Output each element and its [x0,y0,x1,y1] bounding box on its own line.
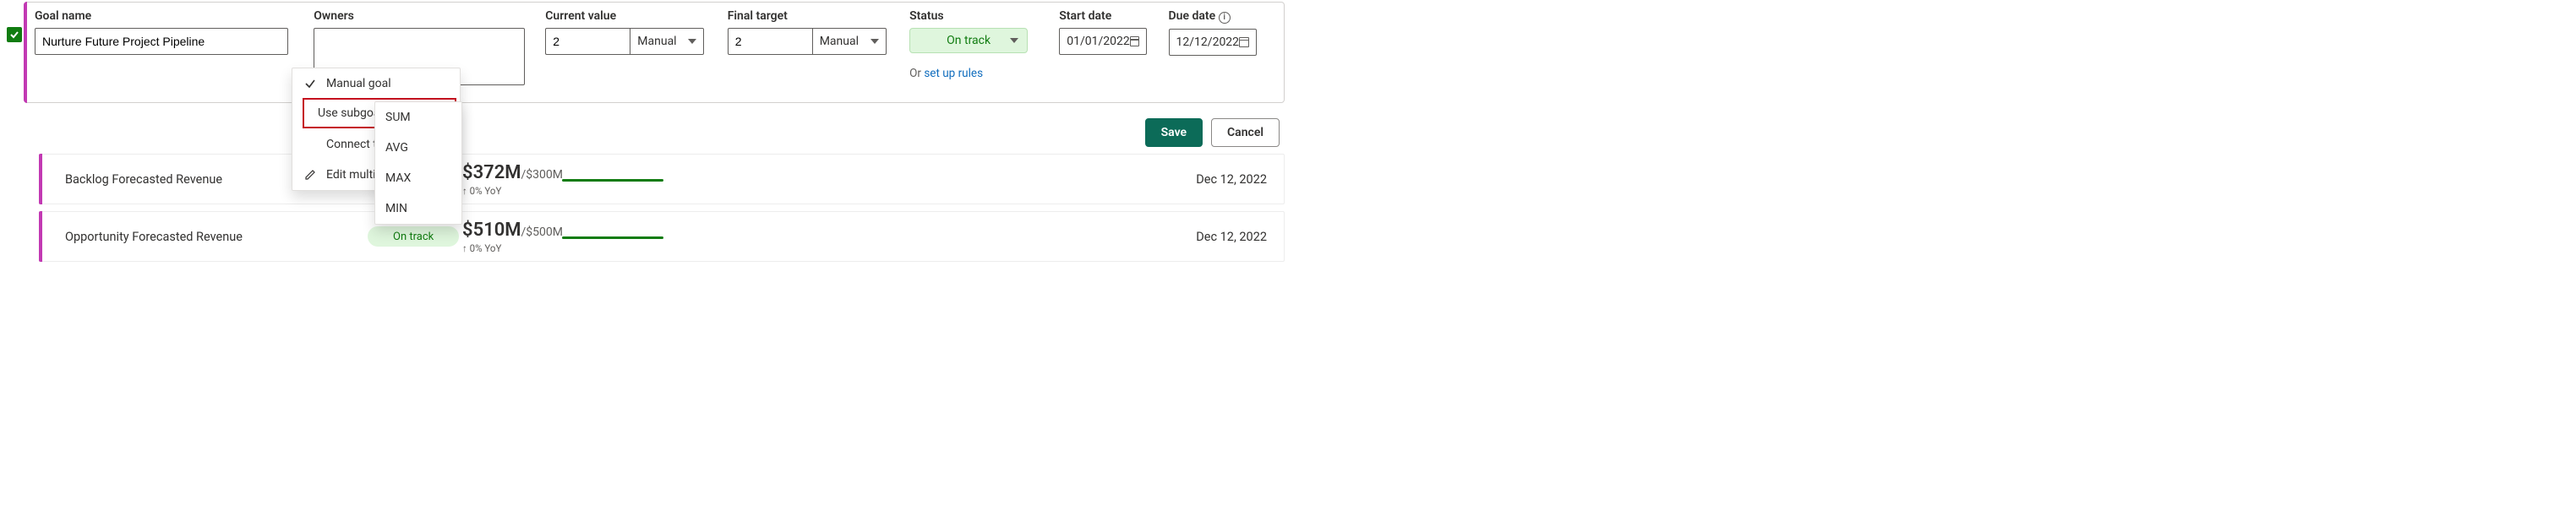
goal-name-input[interactable] [35,28,288,55]
cancel-button[interactable]: Cancel [1211,118,1280,147]
current-mode-select[interactable]: Manual [630,28,704,55]
start-date-value: 01/01/2022 [1067,35,1130,48]
accent-bar [39,154,42,204]
due-date-label: Due date i [1169,9,1274,24]
calendar-icon [1239,37,1249,47]
calendar-icon [1130,36,1140,46]
subgoal-function-menu: SUM AVG MAX MIN [374,101,462,225]
due-date-input[interactable]: 12/12/2022 [1169,29,1257,56]
subgoal-name: Opportunity Forecasted Revenue [65,230,302,244]
current-mode-value: Manual [637,35,676,48]
final-target-input[interactable] [728,28,812,55]
sparkline [562,236,663,239]
final-mode-value: Manual [820,35,859,48]
check-icon [303,78,318,90]
start-date-label: Start date [1059,9,1148,23]
status-select[interactable]: On track [909,28,1028,53]
pencil-icon [303,169,318,181]
fn-sum[interactable]: SUM [375,102,461,133]
row-select-checkbox[interactable] [7,27,22,42]
current-value-input[interactable] [545,28,630,55]
subgoal-due: Dec 12, 2022 [1196,230,1267,244]
subgoal-due: Dec 12, 2022 [1196,172,1267,187]
current-value-label: Current value [545,9,707,23]
subgoal-name: Backlog Forecasted Revenue [65,172,302,187]
save-button[interactable]: Save [1145,118,1203,147]
info-icon[interactable]: i [1219,12,1231,24]
subgoal-row[interactable]: Backlog Forecasted Revenue 1 $372M/$300M… [39,154,1285,204]
chevron-down-icon [688,39,696,44]
fn-max[interactable]: MAX [375,163,461,193]
subgoal-row[interactable]: Opportunity Forecasted Revenue On track … [39,211,1285,262]
menu-manual-goal[interactable]: Manual goal [292,68,460,99]
final-mode-select[interactable]: Manual [812,28,887,55]
fn-avg[interactable]: AVG [375,133,461,163]
sparkline [562,179,663,182]
set-up-rules-link[interactable]: set up rules [924,67,983,80]
chevron-down-icon [870,39,879,44]
status-label: Status [909,9,1039,23]
due-date-value: 12/12/2022 [1176,35,1240,49]
goal-editor-card: Goal name Owners Current value Manual Fi… [24,2,1285,103]
chevron-down-icon [1010,38,1018,43]
fn-min[interactable]: MIN [375,193,461,224]
status-value: On track [947,34,991,47]
start-date-input[interactable]: 01/01/2022 [1059,28,1147,55]
final-target-label: Final target [728,9,889,23]
accent-bar [24,2,27,103]
accent-bar [39,211,42,262]
owners-label: Owners [314,9,525,23]
goal-name-label: Goal name [35,9,293,23]
status-badge: On track [368,226,459,247]
status-rules-hint: Or set up rules [909,67,1039,80]
